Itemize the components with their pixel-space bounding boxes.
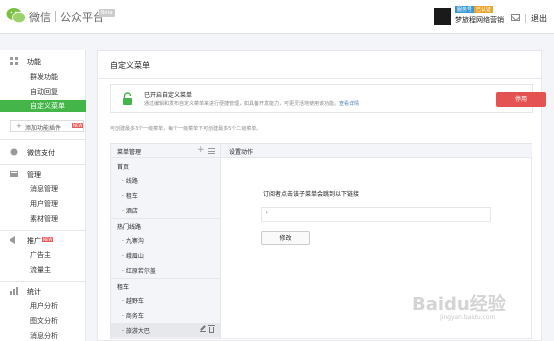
- modify-button[interactable]: 修改: [261, 231, 310, 245]
- sidebar-item-message-manage[interactable]: 消息管理: [0, 183, 86, 195]
- sidebar-item-message-analysis[interactable]: 消息分析: [0, 330, 86, 341]
- account-name[interactable]: 梦旅程网络营销: [455, 15, 504, 25]
- divider: [525, 14, 526, 23]
- sidebar-item-user-manage[interactable]: 用户管理: [0, 198, 86, 210]
- view-details-link[interactable]: 查看详情: [339, 101, 359, 107]
- service-account-badge: 服务号: [455, 6, 475, 13]
- account-avatar[interactable]: [434, 8, 451, 25]
- add-menu-icon[interactable]: +: [197, 145, 205, 155]
- mail-icon[interactable]: [511, 14, 520, 21]
- sidebar-item-article-analysis[interactable]: 图文分析: [0, 315, 86, 327]
- notice-desc: 通过编辑和发布自定义菜单来进行便捷管理，如具备开发能力，可更灵活地使用该功能。查…: [144, 101, 360, 107]
- stats-icon: [10, 287, 18, 295]
- sidebar-item-mass-send[interactable]: 群发功能: [0, 71, 86, 83]
- menu-item-child[interactable]: · 商务车: [111, 308, 220, 322]
- menu-item-child[interactable]: · 峨眉山: [111, 248, 220, 262]
- sidebar-item-material-manage[interactable]: 素材管理: [0, 213, 86, 225]
- manage-icon: [10, 171, 18, 177]
- brand-name: 微信: [29, 11, 51, 24]
- sidebar-item-auto-reply[interactable]: 自动回复: [0, 86, 86, 98]
- new-tag: NEW: [72, 123, 84, 128]
- baidu-watermark-url: jingyan.baidu.com: [440, 314, 496, 321]
- menu-item-child-selected[interactable]: · 旅游大巴: [111, 323, 220, 337]
- menu-item-child[interactable]: · 越野车: [111, 293, 220, 307]
- notice-title: 已开启自定义菜单: [144, 92, 193, 99]
- menu-status-notice: 已开启自定义菜单 通过编辑和发布自定义菜单来进行便捷管理，如具备开发能力，可更灵…: [110, 84, 546, 113]
- verified-badge: 已认证: [474, 6, 494, 13]
- divider: [98, 78, 541, 79]
- page: 微信 公众平台 Beta 服务号 已认证 梦旅程网络营销 退出 功能 群发功能 自…: [0, 0, 554, 341]
- divider: [0, 230, 86, 231]
- edit-icon[interactable]: [200, 326, 206, 332]
- divider: [0, 164, 86, 165]
- divider: [0, 281, 86, 282]
- wechat-logo-icon: [6, 8, 26, 24]
- trash-icon[interactable]: [208, 325, 215, 333]
- logout-link[interactable]: 退出: [531, 13, 547, 24]
- pay-icon: [10, 148, 18, 156]
- page-title: 自定义菜单: [110, 61, 150, 70]
- menu-item-child[interactable]: · 九寨沟: [111, 233, 220, 247]
- action-panel-header: 设置动作: [221, 144, 532, 158]
- divider: [0, 139, 86, 140]
- menu-item-child[interactable]: · 红原若尔盖: [111, 263, 220, 277]
- menu-manager-panel: 菜单管理 + 首页 · 线路 · 租车 · 酒店 热门线路 · 九寨沟 · 峨眉…: [110, 143, 221, 339]
- top-bar: 微信 公众平台 Beta 服务号 已认证 梦旅程网络营销 退出: [0, 0, 554, 34]
- sidebar-item-user-analysis[interactable]: 用户分析: [0, 300, 86, 312]
- menu-item-parent[interactable]: 租车: [111, 279, 220, 293]
- menu-item-child[interactable]: · 酒店: [111, 203, 220, 217]
- url-input[interactable]: [261, 207, 491, 222]
- promote-icon: [10, 236, 15, 244]
- new-tag: NEW: [42, 237, 54, 242]
- platform-name: 公众平台: [60, 11, 104, 24]
- menu-manager-title: 菜单管理: [117, 149, 142, 156]
- sidebar-item-advertiser[interactable]: 广告主: [0, 249, 86, 261]
- sidebar-item-custom-menu[interactable]: 自定义菜单: [0, 100, 86, 112]
- function-icon: [10, 57, 18, 65]
- plus-icon: +: [16, 122, 22, 130]
- menu-item-child[interactable]: · 租车: [111, 188, 220, 202]
- sidebar: 功能 群发功能 自动回复 自定义菜单 + 添加功能插件 NEW 微信支付 管理 …: [0, 50, 86, 341]
- beta-tag: Beta: [99, 9, 115, 17]
- menu-item-parent[interactable]: 热门线路: [111, 219, 220, 233]
- sidebar-item-traffic-owner[interactable]: 流量主: [0, 264, 86, 276]
- menu-limit-hint: 可创建最多3个一级菜单，每个一级菜单下可创建最多5个二级菜单。: [110, 126, 262, 132]
- baidu-watermark: Baidu经验: [412, 294, 506, 315]
- add-plugin-button[interactable]: + 添加功能插件 NEW: [10, 120, 84, 132]
- action-label: 订阅者点击该子菜单会跳到以下链接: [263, 191, 360, 198]
- brand-title[interactable]: 微信 公众平台: [29, 9, 104, 25]
- add-plugin-label: 添加功能插件: [25, 125, 62, 132]
- lock-icon: [123, 92, 132, 105]
- menu-manager-header: 菜单管理 +: [111, 144, 220, 158]
- sort-menu-icon[interactable]: [208, 148, 215, 154]
- menu-item-parent[interactable]: 首页: [111, 159, 220, 173]
- menu-item-child[interactable]: · 线路: [111, 173, 220, 187]
- disable-button[interactable]: 停用: [496, 92, 546, 107]
- section-title: 功能: [27, 58, 41, 66]
